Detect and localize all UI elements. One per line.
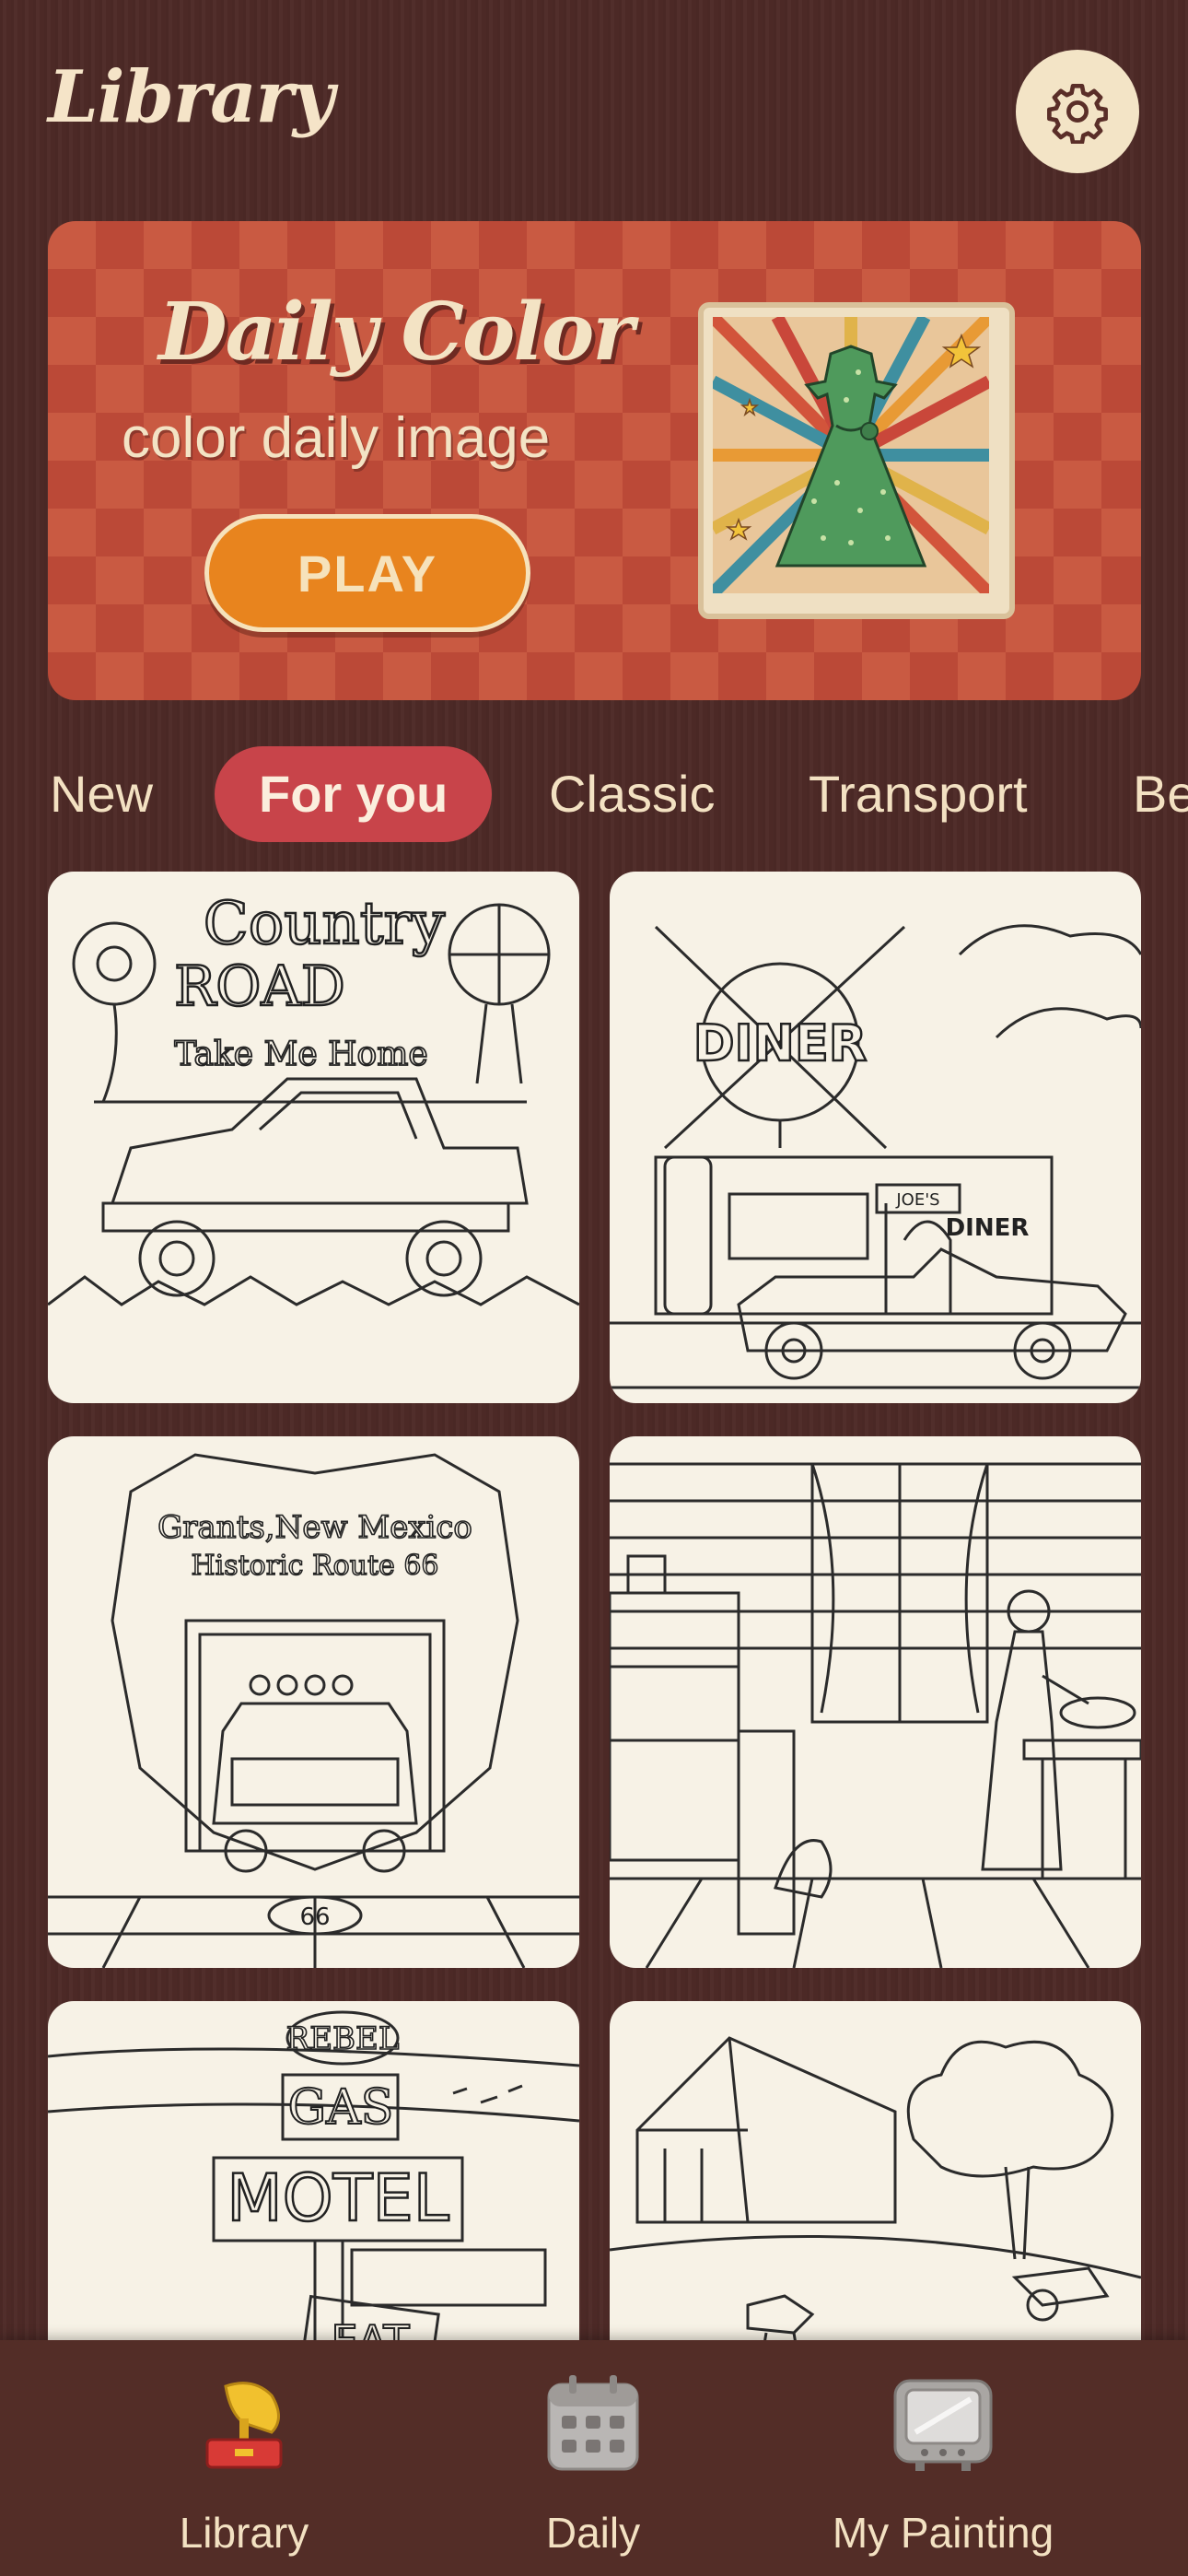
gas-motel-signs-picture: REBEL GAS MOTEL EAT: [48, 2010, 579, 2340]
card-text-line: EAT: [331, 2316, 410, 2340]
category-tabs: New For you Classic Transport Be: [0, 746, 1188, 844]
card-text-line: REBEL: [286, 2020, 400, 2057]
nav-daily[interactable]: Daily: [455, 2368, 731, 2557]
coloring-card[interactable]: REBEL GAS MOTEL EAT: [48, 2001, 579, 2340]
header: Library: [0, 0, 1188, 212]
tab-be[interactable]: Be: [1133, 746, 1188, 842]
calendar-icon: [547, 2375, 639, 2471]
card-text-line: Country: [204, 890, 445, 958]
nav-label: My Painting: [832, 2509, 1054, 2557]
card-text-line: Take Me Home: [174, 1036, 427, 1073]
card-text-line: GAS: [288, 2080, 394, 2136]
nav-label: Daily: [545, 2509, 641, 2557]
tab-for-you[interactable]: For you: [215, 746, 493, 842]
card-text-line: MOTEL: [227, 2160, 448, 2236]
card-text-line: DINER: [693, 1014, 868, 1072]
card-text-line: JOE'S: [895, 1190, 939, 1210]
card-text-line: DINER: [946, 1214, 1030, 1242]
coloring-card[interactable]: Country ROAD Take Me Home: [48, 872, 579, 1403]
tab-new[interactable]: New: [50, 746, 153, 842]
card-text-line: Grants,New Mexico: [157, 1509, 472, 1546]
bottom-nav: Library Daily My Painting: [0, 2340, 1188, 2576]
dress-picture: [708, 312, 994, 598]
coloring-grid: Country ROAD Take Me Home DINER JOE'S DI…: [48, 872, 1141, 2340]
tab-transport[interactable]: Transport: [809, 746, 1028, 842]
farm-barn-picture: [610, 2036, 1141, 2340]
coloring-card[interactable]: Grants,New Mexico Historic Route 66 66: [48, 1436, 579, 1968]
play-label: PLAY: [297, 544, 438, 603]
diner-car-picture: DINER JOE'S DINER: [610, 924, 1141, 1389]
banner-title: Daily Color: [158, 286, 635, 379]
card-text-line: Historic Route 66: [191, 1550, 438, 1582]
coloring-card[interactable]: DINER JOE'S DINER: [610, 872, 1141, 1403]
coloring-card[interactable]: [610, 1436, 1141, 1968]
play-button[interactable]: PLAY: [204, 514, 530, 632]
daily-image-thumbnail[interactable]: [698, 302, 1015, 619]
tv-icon: [893, 2379, 993, 2471]
coloring-card[interactable]: [610, 2001, 1141, 2340]
tab-classic[interactable]: Classic: [549, 746, 715, 842]
nav-library[interactable]: Library: [106, 2368, 382, 2557]
country-road-truck-picture: Country ROAD Take Me Home: [48, 889, 579, 1306]
daily-color-banner[interactable]: Daily Color color daily image PLAY: [48, 221, 1141, 700]
gear-icon: [1047, 83, 1108, 144]
banner-subtitle: color daily image: [122, 406, 551, 470]
page-title: Library: [48, 55, 334, 139]
nav-my-painting[interactable]: My Painting: [805, 2368, 1081, 2557]
kitchen-woman-picture: [610, 1462, 1141, 1968]
nav-label: Library: [179, 2509, 309, 2557]
settings-button[interactable]: [1016, 50, 1139, 173]
route-66-truck-picture: Grants,New Mexico Historic Route 66 66: [48, 1453, 579, 1968]
card-text-line: 66: [299, 1903, 330, 1931]
gramophone-icon: [205, 2382, 283, 2469]
card-text-line: ROAD: [174, 954, 345, 1019]
